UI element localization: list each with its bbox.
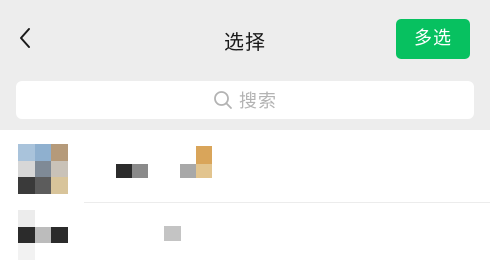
avatar <box>18 210 68 260</box>
list-item[interactable] <box>0 202 490 268</box>
search-icon <box>214 91 232 109</box>
chat-list <box>0 130 490 270</box>
multi-select-button[interactable]: 多选 <box>396 19 470 59</box>
search-input[interactable]: 搜索 <box>16 81 474 119</box>
list-item[interactable] <box>0 136 490 203</box>
top-bar: 选择 多选 <box>0 0 490 78</box>
search-area: 搜索 <box>0 78 490 130</box>
search-placeholder: 搜索 <box>239 91 277 112</box>
avatar <box>18 144 68 194</box>
